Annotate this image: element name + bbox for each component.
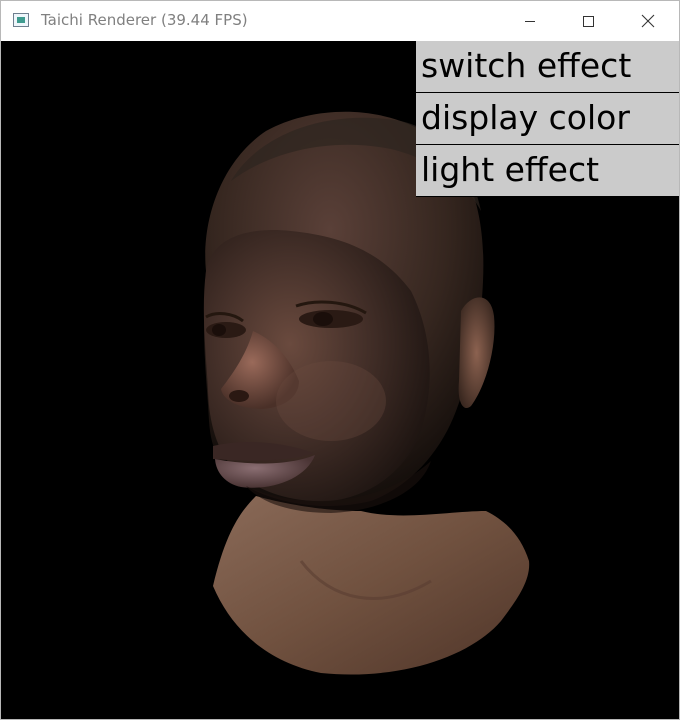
minimize-button[interactable] xyxy=(501,1,559,41)
minimize-icon xyxy=(525,21,535,22)
window-title: Taichi Renderer (39.44 FPS) xyxy=(41,11,248,29)
close-button[interactable] xyxy=(619,1,677,41)
render-canvas[interactable]: switch effect display color light effect xyxy=(1,41,679,719)
maximize-button[interactable] xyxy=(559,1,617,41)
close-icon xyxy=(641,14,655,28)
switch-effect-button[interactable]: switch effect xyxy=(416,41,679,93)
display-color-button[interactable]: display color xyxy=(416,93,679,145)
gui-panel: switch effect display color light effect xyxy=(416,41,679,197)
light-effect-button[interactable]: light effect xyxy=(416,145,679,197)
title-bar[interactable]: Taichi Renderer (39.44 FPS) xyxy=(1,1,679,41)
maximize-icon xyxy=(583,16,594,27)
app-window: Taichi Renderer (39.44 FPS) switch effec… xyxy=(0,0,680,720)
app-icon xyxy=(13,13,29,27)
